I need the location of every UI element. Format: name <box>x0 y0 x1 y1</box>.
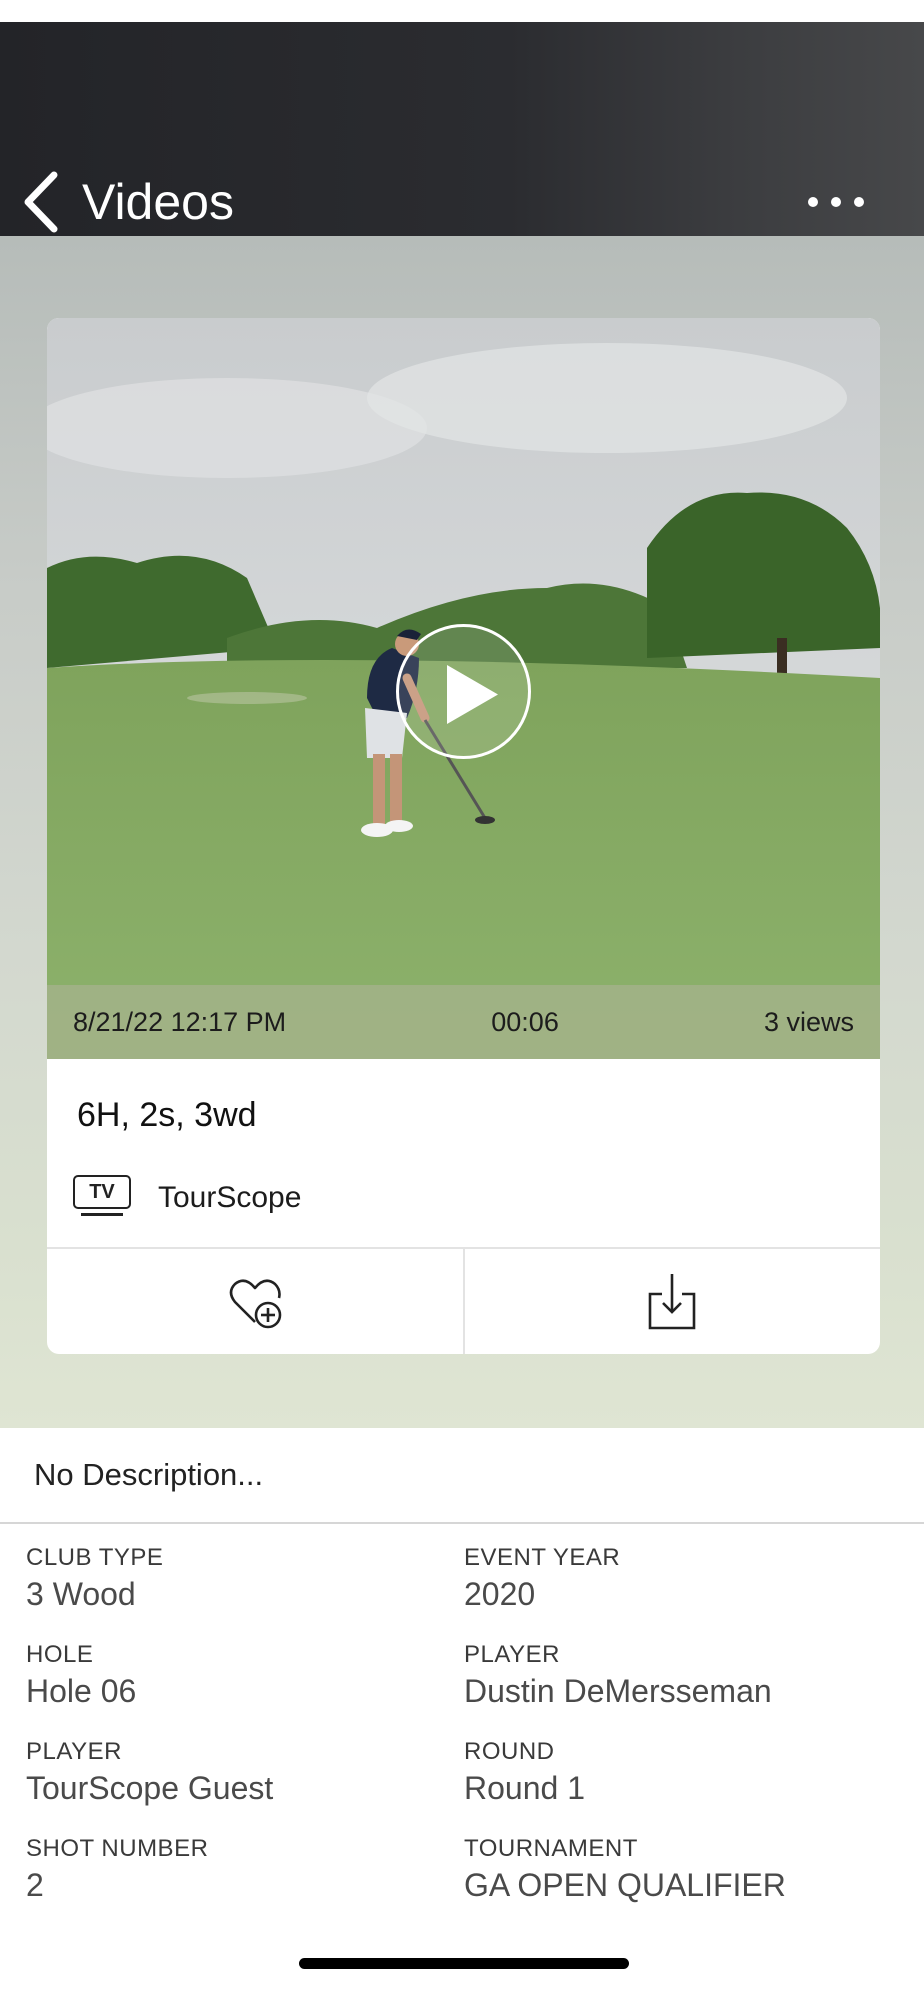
action-bar <box>47 1247 880 1354</box>
channel-name: TourScope <box>158 1181 302 1214</box>
detail-value: 2020 <box>464 1576 536 1612</box>
video-description: No Description... <box>0 1428 924 1524</box>
detail-label: CLUB TYPE <box>26 1544 164 1571</box>
status-bar <box>0 0 924 22</box>
video-date: 8/21/22 12:17 PM <box>73 1006 287 1037</box>
detail-value: Round 1 <box>464 1770 585 1806</box>
heart-plus-icon <box>229 1279 282 1328</box>
detail-label: ROUND <box>464 1738 555 1765</box>
video-title: 6H, 2s, 3wd <box>77 1096 257 1134</box>
back-label: Videos <box>82 174 234 230</box>
video-player[interactable]: 8/21/22 12:17 PM 00:06 3 views <box>47 318 880 1059</box>
video-duration: 00:06 <box>491 1006 559 1037</box>
video-card: 8/21/22 12:17 PM 00:06 3 views 6H, 2s, 3… <box>47 318 880 1354</box>
detail-value: GA OPEN QUALIFIER <box>464 1867 786 1903</box>
detail-round: ROUND Round 1 <box>464 1738 585 1807</box>
chevron-left-icon <box>24 171 58 233</box>
detail-label: TOURNAMENT <box>464 1835 638 1862</box>
detail-label: SHOT NUMBER <box>26 1835 209 1862</box>
detail-value: Dustin DeMersseman <box>464 1673 772 1709</box>
video-meta-bar: 8/21/22 12:17 PM 00:06 3 views <box>47 985 880 1059</box>
detail-value: 2 <box>26 1867 44 1903</box>
video-views: 3 views <box>763 1006 854 1037</box>
play-icon <box>447 665 498 724</box>
detail-label: HOLE <box>26 1641 94 1668</box>
ellipsis-icon <box>808 197 818 207</box>
detail-player: PLAYER TourScope Guest <box>26 1738 273 1807</box>
download-icon <box>648 1273 696 1329</box>
tv-badge-label: TV <box>73 1175 131 1209</box>
back-button[interactable]: Videos <box>16 166 246 238</box>
detail-player-name: PLAYER Dustin DeMersseman <box>464 1641 772 1710</box>
detail-value: Hole 06 <box>26 1673 137 1709</box>
play-button[interactable] <box>396 624 531 759</box>
detail-label: PLAYER <box>464 1641 560 1668</box>
ellipsis-icon <box>854 197 864 207</box>
detail-tournament: TOURNAMENT GA OPEN QUALIFIER <box>464 1835 786 1904</box>
detail-label: EVENT YEAR <box>464 1544 621 1571</box>
detail-event-year: EVENT YEAR 2020 <box>464 1544 620 1613</box>
favorite-button[interactable] <box>47 1249 463 1354</box>
ellipsis-icon <box>831 197 841 207</box>
top-nav-bar: Videos <box>0 22 924 236</box>
tv-stand <box>81 1213 123 1216</box>
detail-club-type: CLUB TYPE 3 Wood <box>26 1544 163 1613</box>
detail-hole: HOLE Hole 06 <box>26 1641 136 1710</box>
detail-label: PLAYER <box>26 1738 122 1765</box>
detail-value: 3 Wood <box>26 1576 136 1612</box>
channel-row[interactable]: TV TourScope <box>72 1175 301 1221</box>
tv-icon: TV <box>72 1175 132 1221</box>
download-button[interactable] <box>462 1249 881 1354</box>
detail-value: TourScope Guest <box>26 1770 274 1806</box>
more-options-button[interactable] <box>796 182 876 222</box>
home-indicator <box>299 1958 629 1969</box>
detail-shot-number: SHOT NUMBER 2 <box>26 1835 208 1904</box>
